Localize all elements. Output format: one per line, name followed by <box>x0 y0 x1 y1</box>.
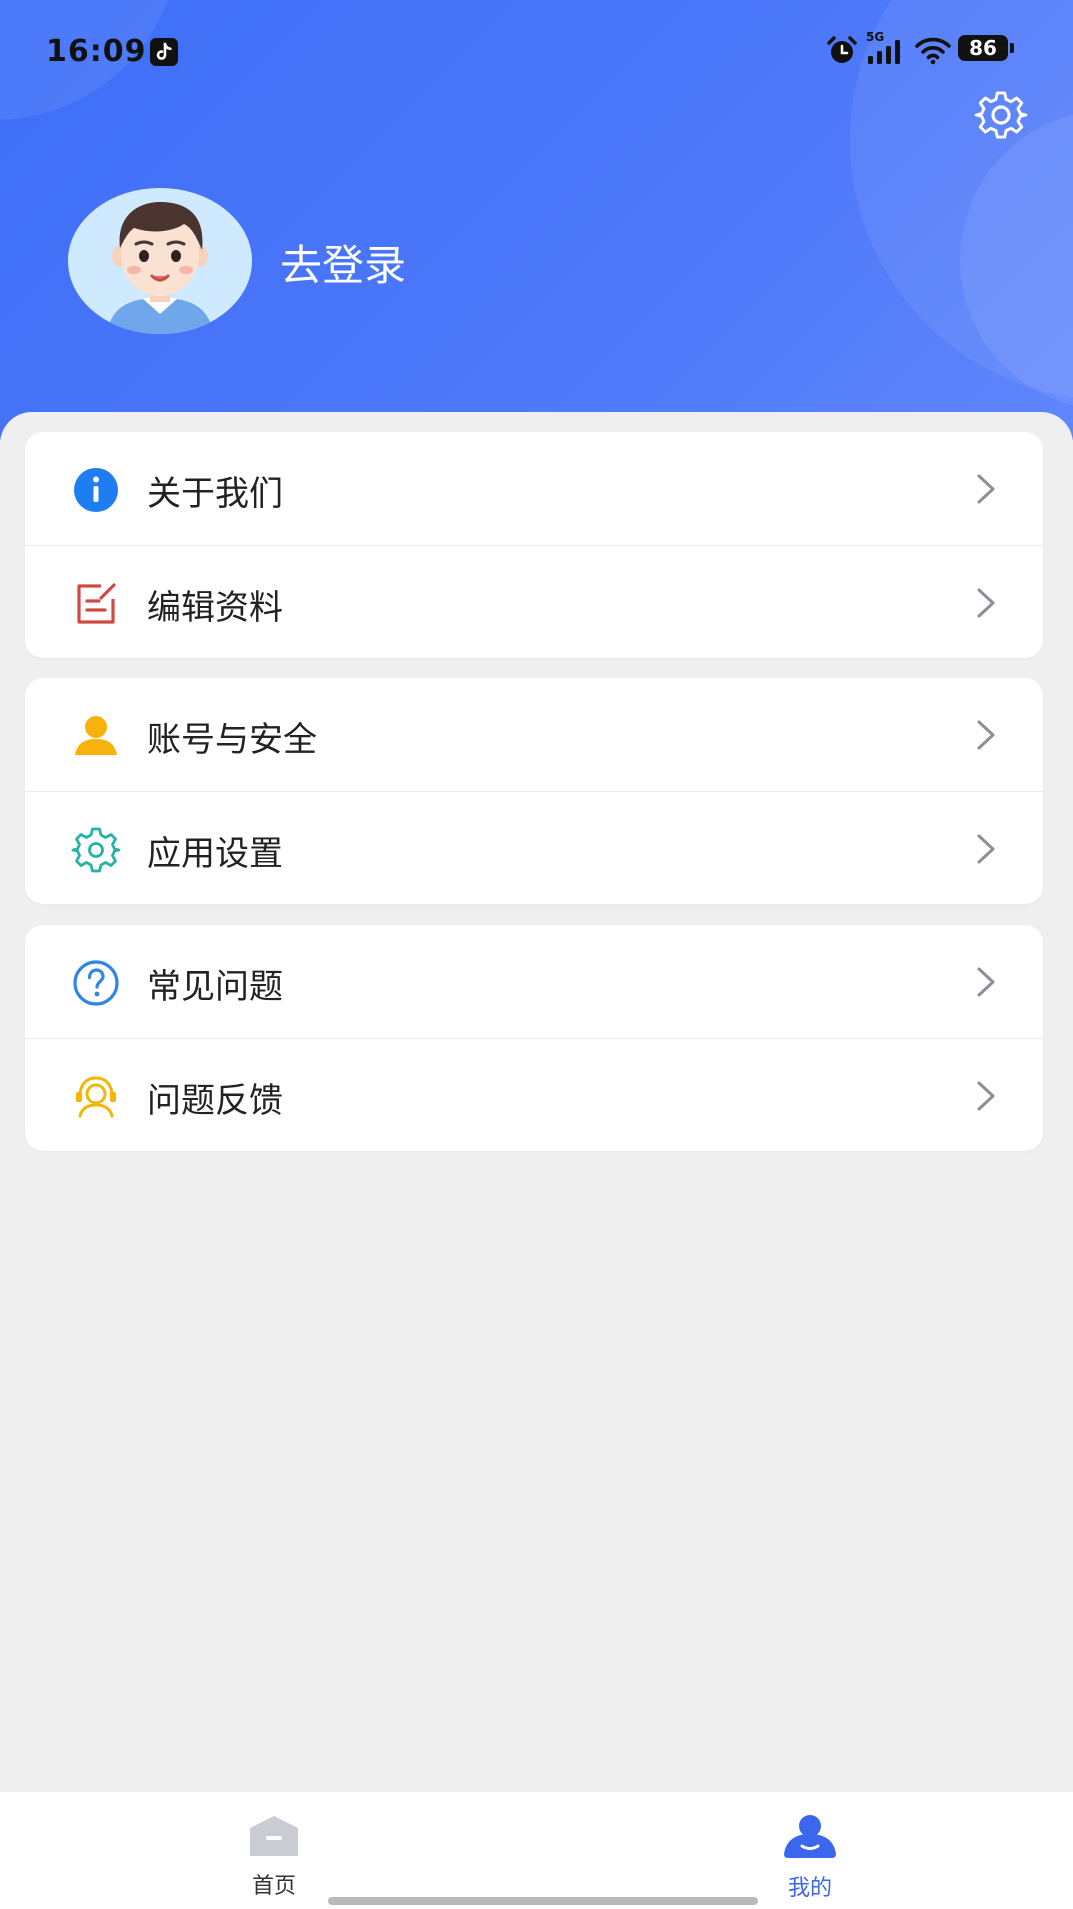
menu-item-app-settings[interactable]: 应用设置 <box>25 791 1043 905</box>
menu-item-feedback[interactable]: 问题反馈 <box>25 1038 1043 1152</box>
battery-icon: 86 <box>958 35 1008 61</box>
signal-icon: 5G <box>866 30 908 72</box>
network-label: 5G <box>866 30 884 44</box>
headset-icon <box>71 1072 121 1122</box>
wifi-icon <box>914 36 952 70</box>
battery-tip <box>1010 43 1014 53</box>
menu-item-about-us[interactable]: 关于我们 <box>25 432 1043 545</box>
question-icon <box>71 958 121 1008</box>
app-settings-icon <box>71 825 121 875</box>
tiktok-icon <box>150 38 178 66</box>
menu-item-label: 问题反馈 <box>147 1081 283 1121</box>
chevron-right-icon <box>973 1079 999 1113</box>
alarm-icon <box>825 34 859 72</box>
chevron-right-icon <box>973 472 999 506</box>
home-indicator[interactable] <box>328 1897 758 1905</box>
status-time: 16:09 <box>46 34 147 69</box>
chevron-right-icon <box>973 586 999 620</box>
menu-item-label: 常见问题 <box>147 967 283 1007</box>
tab-home[interactable]: 首页 <box>204 1814 344 1900</box>
menu-item-edit-profile[interactable]: 编辑资料 <box>25 545 1043 659</box>
menu-item-label: 应用设置 <box>147 834 283 874</box>
edit-icon <box>71 579 121 629</box>
bottom-tab-bar: 首页 我的 <box>0 1792 1073 1909</box>
avatar[interactable] <box>68 188 252 334</box>
tab-mine[interactable]: 我的 <box>740 1814 880 1902</box>
chevron-right-icon <box>973 965 999 999</box>
info-icon <box>71 465 121 515</box>
menu-item-label: 编辑资料 <box>147 588 283 628</box>
menu-item-label: 关于我们 <box>147 474 283 514</box>
settings-button[interactable] <box>972 86 1030 144</box>
boy-avatar-icon <box>68 188 252 334</box>
user-profile-icon <box>784 1815 836 1858</box>
menu-item-label: 账号与安全 <box>147 720 317 760</box>
home-icon <box>250 1816 298 1856</box>
menu-card-2: 账号与安全 应用设置 <box>25 678 1043 904</box>
tab-mine-label: 我的 <box>787 1876 832 1901</box>
login-link[interactable]: 去登录 <box>280 232 406 293</box>
menu-item-account-security[interactable]: 账号与安全 <box>25 678 1043 791</box>
gear-icon <box>974 91 1028 139</box>
chevron-right-icon <box>973 718 999 752</box>
menu-card-3: 常见问题 问题反馈 <box>25 925 1043 1151</box>
status-bar: 16:09 5G 86 <box>0 30 1073 74</box>
user-icon <box>71 711 121 761</box>
menu-card-1: 关于我们 编辑资料 <box>25 432 1043 658</box>
profile-header: 16:09 5G 86 去登录 <box>0 0 1073 440</box>
tab-home-label: 首页 <box>251 1874 296 1899</box>
menu-item-faq[interactable]: 常见问题 <box>25 925 1043 1038</box>
chevron-right-icon <box>973 832 999 866</box>
